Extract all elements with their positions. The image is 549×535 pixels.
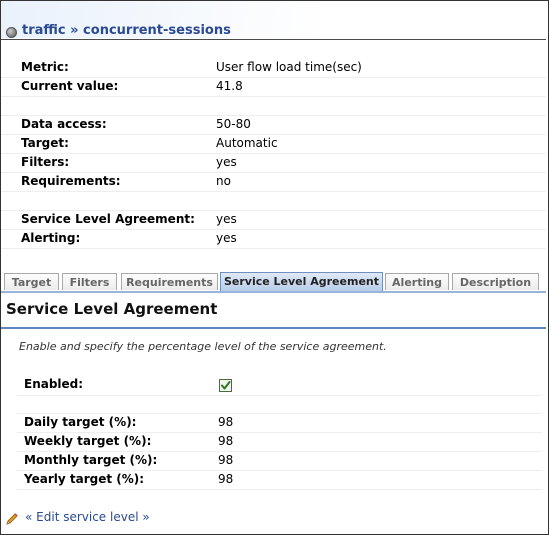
sla-yearly-row: Yearly target (%): 98 bbox=[24, 472, 424, 490]
property-value: no bbox=[216, 174, 231, 188]
property-value: Automatic bbox=[216, 136, 278, 150]
sla-weekly-row: Weekly target (%): 98 bbox=[24, 434, 424, 452]
row-divider bbox=[1, 77, 546, 78]
checkmark-icon bbox=[221, 381, 231, 390]
row-divider bbox=[1, 115, 546, 116]
property-label: Target: bbox=[21, 136, 69, 150]
sla-description: Enable and specify the percentage level … bbox=[19, 340, 387, 353]
title-bar: traffic » concurrent-sessions bbox=[1, 1, 546, 38]
property-label: Alerting: bbox=[21, 231, 81, 245]
enabled-label: Enabled: bbox=[24, 377, 84, 391]
yearly-target-label: Yearly target (%): bbox=[24, 472, 145, 486]
property-row-sla: Service Level Agreement: yes bbox=[21, 212, 521, 230]
property-row-target: Target: Automatic bbox=[21, 136, 521, 154]
property-value: 41.8 bbox=[216, 79, 243, 93]
property-row-requirements: Requirements: no bbox=[21, 174, 521, 192]
row-divider bbox=[1, 134, 546, 135]
weekly-target-label: Weekly target (%): bbox=[24, 434, 152, 448]
property-label: Metric: bbox=[21, 60, 69, 74]
property-value: yes bbox=[216, 212, 237, 226]
row-divider bbox=[17, 489, 542, 490]
row-divider bbox=[1, 210, 546, 211]
property-row-data-access: Data access: 50-80 bbox=[21, 117, 521, 135]
row-divider bbox=[17, 451, 542, 452]
bullet-icon bbox=[6, 27, 17, 38]
title-divider bbox=[1, 39, 546, 40]
tab-target[interactable]: Target bbox=[4, 273, 59, 290]
page-title[interactable]: traffic » concurrent-sessions bbox=[22, 23, 231, 38]
row-divider bbox=[1, 172, 546, 173]
row-divider bbox=[17, 470, 542, 471]
property-label: Requirements: bbox=[21, 174, 121, 188]
property-label: Current value: bbox=[21, 79, 119, 93]
row-divider bbox=[17, 395, 542, 396]
row-divider bbox=[1, 153, 546, 154]
pencil-icon bbox=[6, 513, 18, 525]
enabled-checkbox[interactable] bbox=[219, 379, 232, 392]
sla-daily-row: Daily target (%): 98 bbox=[24, 415, 424, 433]
tab-divider bbox=[1, 291, 546, 293]
tab-requirements[interactable]: Requirements bbox=[121, 273, 218, 290]
daily-target-label: Daily target (%): bbox=[24, 415, 137, 429]
row-divider bbox=[1, 96, 546, 97]
property-row-alerting: Alerting: yes bbox=[21, 231, 521, 249]
row-divider bbox=[1, 248, 546, 249]
sla-divider bbox=[1, 327, 546, 329]
row-divider bbox=[17, 432, 542, 433]
tab-description[interactable]: Description bbox=[452, 273, 539, 290]
monthly-target-value: 98 bbox=[218, 453, 234, 467]
property-row-metric: Metric: User flow load time(sec) bbox=[21, 60, 521, 78]
property-value: yes bbox=[216, 155, 237, 169]
property-label: Filters: bbox=[21, 155, 70, 169]
tab-alerting[interactable]: Alerting bbox=[385, 273, 449, 290]
property-row-current-value: Current value: 41.8 bbox=[21, 79, 521, 97]
sla-heading: Service Level Agreement bbox=[6, 300, 218, 318]
tab-service-level-agreement[interactable]: Service Level Agreement bbox=[220, 272, 383, 291]
row-divider bbox=[17, 413, 542, 414]
property-value: 50-80 bbox=[216, 117, 251, 131]
sla-enabled-row: Enabled: bbox=[24, 377, 424, 395]
row-divider bbox=[1, 191, 546, 192]
edit-service-level-text[interactable]: « Edit service level » bbox=[25, 510, 150, 524]
row-divider bbox=[1, 229, 546, 230]
sla-monthly-row: Monthly target (%): 98 bbox=[24, 453, 424, 471]
property-label: Data access: bbox=[21, 117, 107, 131]
property-row-filters: Filters: yes bbox=[21, 155, 521, 173]
yearly-target-value: 98 bbox=[218, 472, 234, 486]
property-value: yes bbox=[216, 231, 237, 245]
property-label: Service Level Agreement: bbox=[21, 212, 195, 226]
weekly-target-value: 98 bbox=[218, 434, 234, 448]
monthly-target-label: Monthly target (%): bbox=[24, 453, 158, 467]
daily-target-value: 98 bbox=[218, 415, 234, 429]
property-value: User flow load time(sec) bbox=[216, 60, 362, 74]
tab-filters[interactable]: Filters bbox=[62, 273, 117, 290]
